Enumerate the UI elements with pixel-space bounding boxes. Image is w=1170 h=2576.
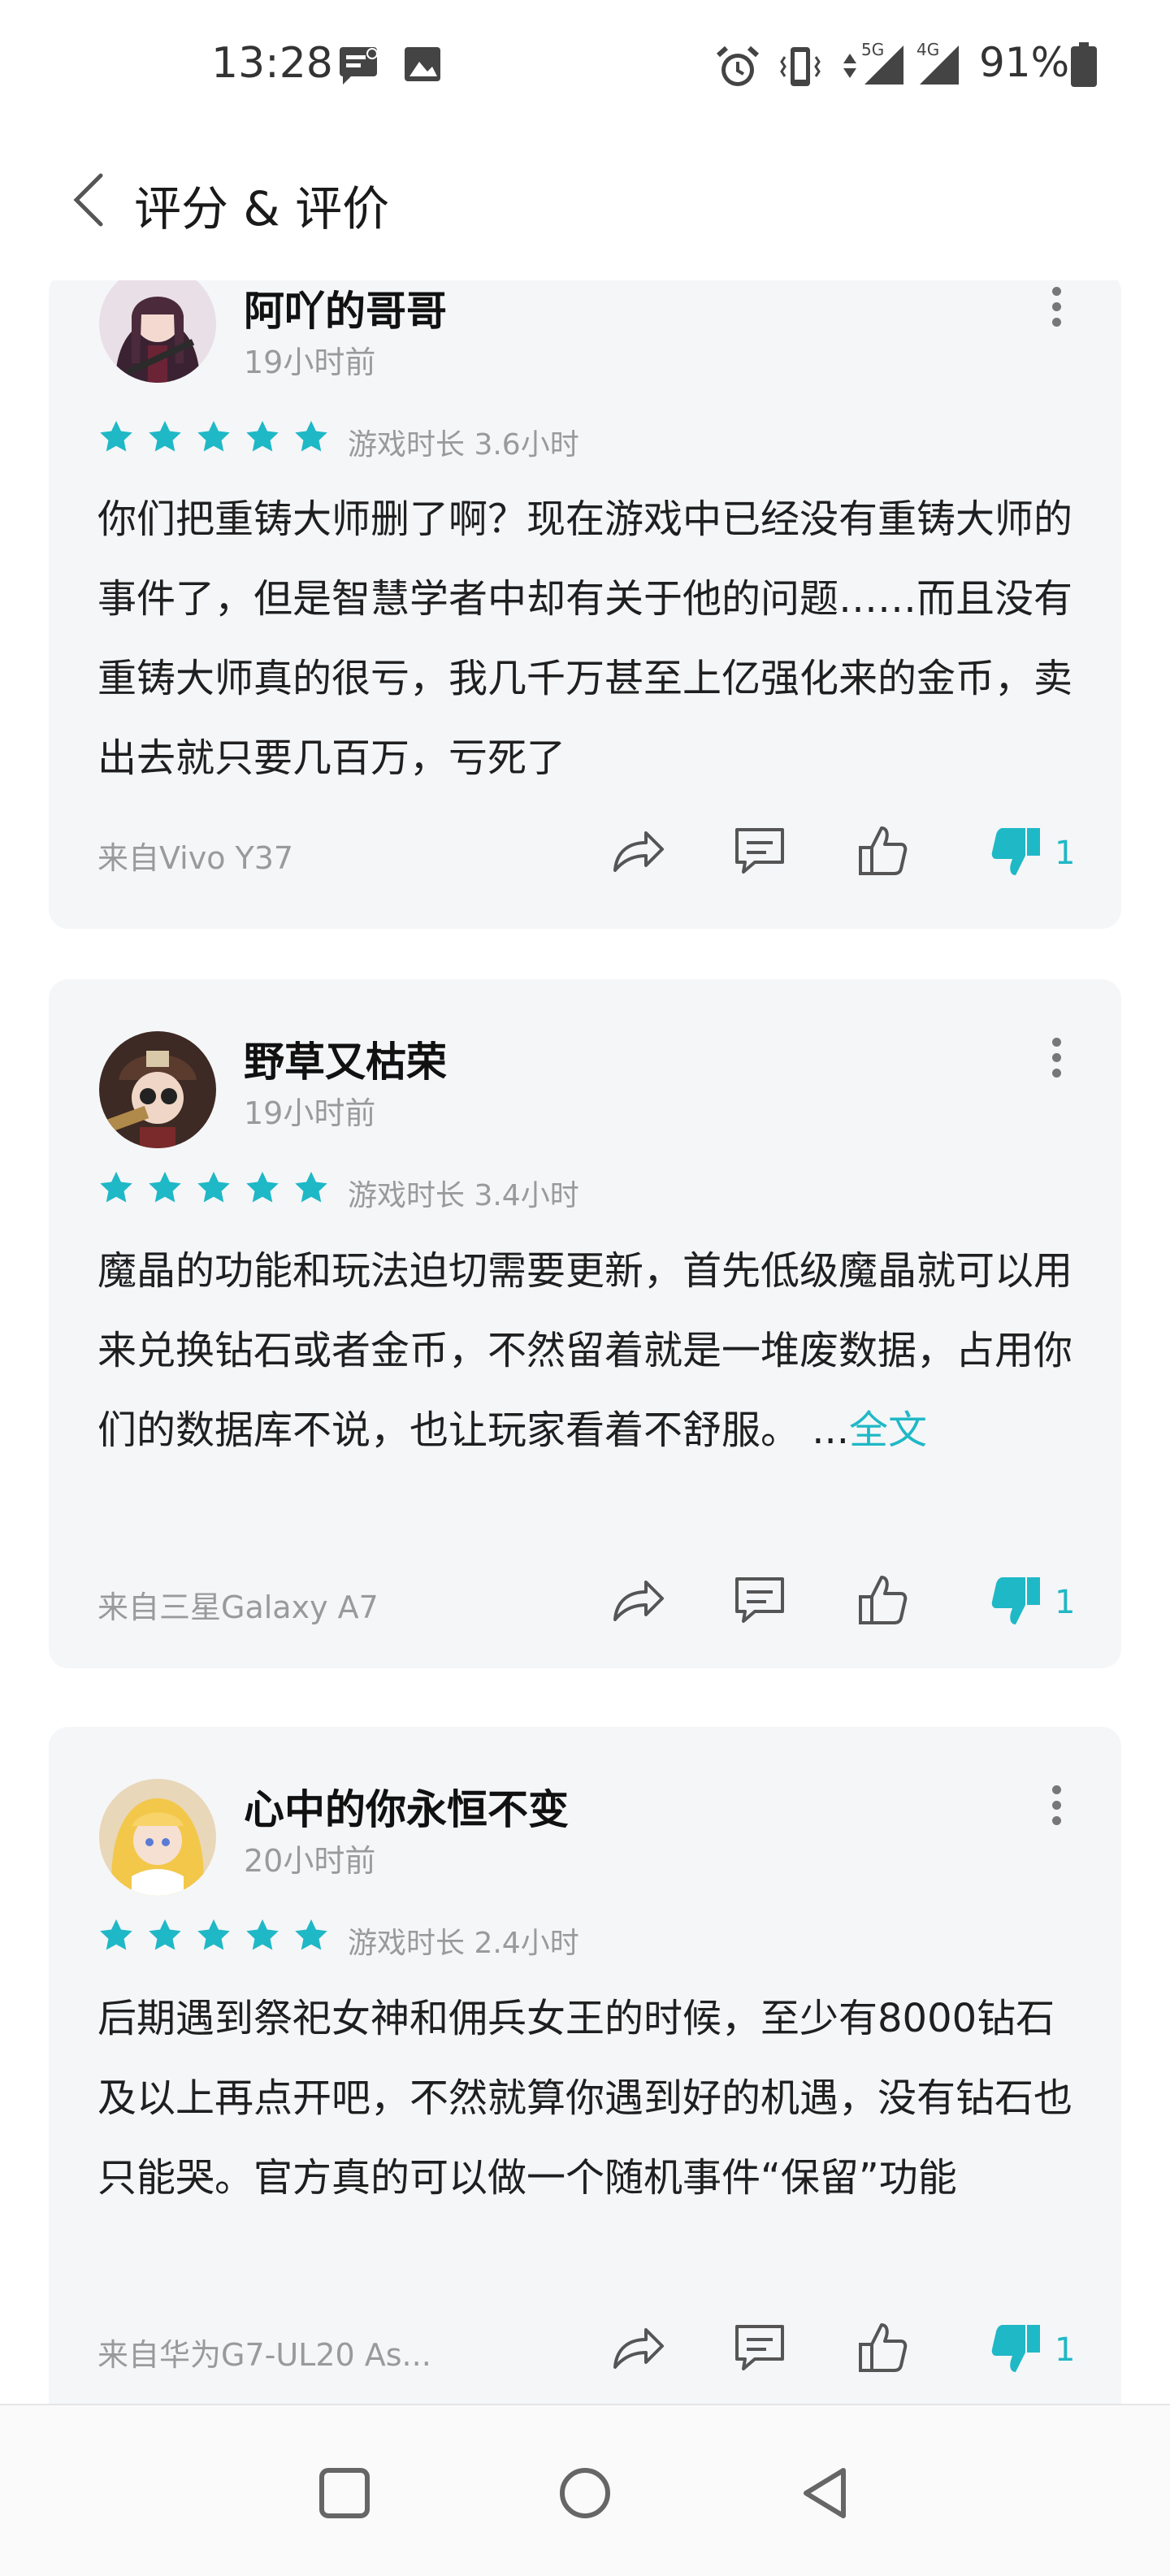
rating-stars — [98, 1169, 341, 1210]
play-time: 游戏时长 3.6小时 — [348, 428, 579, 462]
comment-icon — [735, 1577, 784, 1623]
device-info: 来自华为G7-UL20 As... — [98, 2337, 431, 2373]
review-list[interactable]: 阿吖的哥哥 19小时前 游戏时长 3.6小时 你们把重铸大师删了啊？现在游戏中已… — [0, 280, 1170, 2405]
review-text: 你们把重铸大师删了啊？现在游戏中已经没有重铸大师的事件了，但是智慧学者中却有关于… — [98, 479, 1081, 798]
star-icon — [149, 420, 181, 452]
chevron-left-icon — [73, 173, 103, 227]
thumbs-down-icon — [991, 2325, 1040, 2372]
review-text-content: 后期遇到祭祀女神和佣兵女王的时候，至少有8000钻石及以上再点开吧，不然就算你遇… — [98, 1996, 1073, 2201]
recents-square-icon — [319, 2468, 370, 2518]
share-icon — [613, 831, 664, 872]
star-icon — [295, 1919, 327, 1950]
thumbs-down-icon — [991, 828, 1040, 875]
dislike-count: 1 — [1055, 1584, 1076, 1621]
battery-percent: 91% — [979, 39, 1070, 86]
star-icon — [246, 1919, 279, 1950]
star-icon — [197, 420, 230, 452]
more-options-button[interactable] — [1040, 1779, 1072, 1836]
system-back-button[interactable] — [793, 2461, 858, 2526]
share-button[interactable] — [605, 818, 670, 883]
alarm-icon — [715, 46, 760, 93]
dislike-button[interactable] — [983, 818, 1048, 883]
battery-icon — [1069, 42, 1098, 91]
review-time: 19小时前 — [244, 1095, 376, 1131]
star-icon — [295, 1171, 327, 1203]
share-button[interactable] — [605, 2315, 670, 2380]
play-time: 游戏时长 3.4小时 — [348, 1179, 579, 1212]
full-text-link[interactable]: 全文 — [849, 1407, 927, 1453]
review-text: 魔晶的功能和玩法迫切需要更新，首先低级魔晶就可以用来兑换钻石或者金币，不然留着就… — [98, 1231, 1081, 1470]
username[interactable]: 心中的你永恒不变 — [244, 1777, 569, 1836]
home-circle-icon — [560, 2468, 610, 2518]
avatar[interactable] — [99, 1779, 216, 1896]
avatar[interactable] — [99, 1031, 216, 1148]
like-button[interactable] — [851, 1568, 916, 1633]
like-button[interactable] — [851, 2315, 916, 2380]
dislike-count: 1 — [1055, 2331, 1076, 2369]
page-title: 评分 & 评价 — [134, 181, 390, 236]
star-icon — [100, 420, 132, 452]
more-options-button[interactable] — [1040, 280, 1072, 337]
star-icon — [246, 420, 279, 452]
username[interactable]: 阿吖的哥哥 — [244, 280, 447, 337]
data-arrows-icon — [840, 46, 860, 89]
home-button[interactable] — [552, 2461, 618, 2526]
star-icon — [149, 1171, 181, 1203]
share-button[interactable] — [605, 1568, 670, 1633]
recents-button[interactable] — [312, 2461, 377, 2526]
comment-icon — [735, 828, 784, 874]
like-button[interactable] — [851, 818, 916, 883]
star-icon — [149, 1919, 181, 1950]
signal-5g-icon: 5G — [860, 40, 905, 89]
system-nav-bar — [0, 2404, 1170, 2576]
comment-button[interactable] — [727, 818, 792, 883]
device-info: 来自Vivo Y37 — [98, 840, 294, 876]
avatar[interactable] — [99, 280, 216, 383]
rating-stars — [98, 418, 341, 459]
review-time: 19小时前 — [244, 345, 376, 380]
review-card: 心中的你永恒不变 20小时前 游戏时长 2.4小时 后期遇到祭祀女神和佣兵女王的… — [49, 1727, 1121, 2405]
share-icon — [613, 2328, 664, 2369]
message-notification-icon — [338, 46, 382, 89]
dislike-button[interactable] — [983, 1568, 1048, 1633]
comment-icon — [735, 2325, 784, 2370]
signal-4g-icon: 4G — [915, 40, 960, 89]
svg-text:5G: 5G — [861, 41, 884, 59]
review-text-content: 你们把重铸大师删了啊？现在游戏中已经没有重铸大师的事件了，但是智慧学者中却有关于… — [98, 497, 1073, 781]
star-icon — [197, 1171, 230, 1203]
star-icon — [100, 1171, 132, 1203]
comment-button[interactable] — [727, 1568, 792, 1633]
username[interactable]: 野草又枯荣 — [244, 1030, 447, 1088]
app-header: 评分 & 评价 — [0, 146, 1170, 252]
review-time: 20小时前 — [244, 1843, 376, 1879]
star-icon — [295, 420, 327, 452]
star-icon — [246, 1171, 279, 1203]
status-bar: 13:28 5G 4G 91% — [0, 0, 1170, 130]
comment-button[interactable] — [727, 2315, 792, 2380]
thumbs-down-icon — [991, 1577, 1040, 1624]
review-card: 野草又枯荣 19小时前 游戏时长 3.4小时 魔晶的功能和玩法迫切需要更新，首先… — [49, 979, 1121, 1668]
review-text: 后期遇到祭祀女神和佣兵女王的时候，至少有8000钻石及以上再点开吧，不然就算你遇… — [98, 1979, 1081, 2218]
back-button[interactable] — [65, 167, 114, 232]
back-triangle-icon — [804, 2468, 846, 2518]
star-icon — [197, 1919, 230, 1950]
rating-stars — [98, 1917, 341, 1958]
image-notification-icon — [403, 46, 444, 88]
thumbs-up-icon — [859, 1576, 908, 1624]
star-icon — [100, 1919, 132, 1950]
device-info: 来自三星Galaxy A7 — [98, 1589, 379, 1625]
status-time: 13:28 — [211, 39, 333, 88]
review-card: 阿吖的哥哥 19小时前 游戏时长 3.6小时 你们把重铸大师删了啊？现在游戏中已… — [49, 280, 1121, 929]
vibrate-icon — [780, 46, 821, 91]
more-options-button[interactable] — [1040, 1031, 1072, 1088]
dislike-count: 1 — [1055, 835, 1076, 872]
play-time: 游戏时长 2.4小时 — [348, 1927, 579, 1960]
thumbs-up-icon — [859, 2323, 908, 2372]
share-icon — [613, 1581, 664, 1621]
svg-text:4G: 4G — [916, 41, 939, 59]
thumbs-up-icon — [859, 826, 908, 875]
dislike-button[interactable] — [983, 2315, 1048, 2380]
